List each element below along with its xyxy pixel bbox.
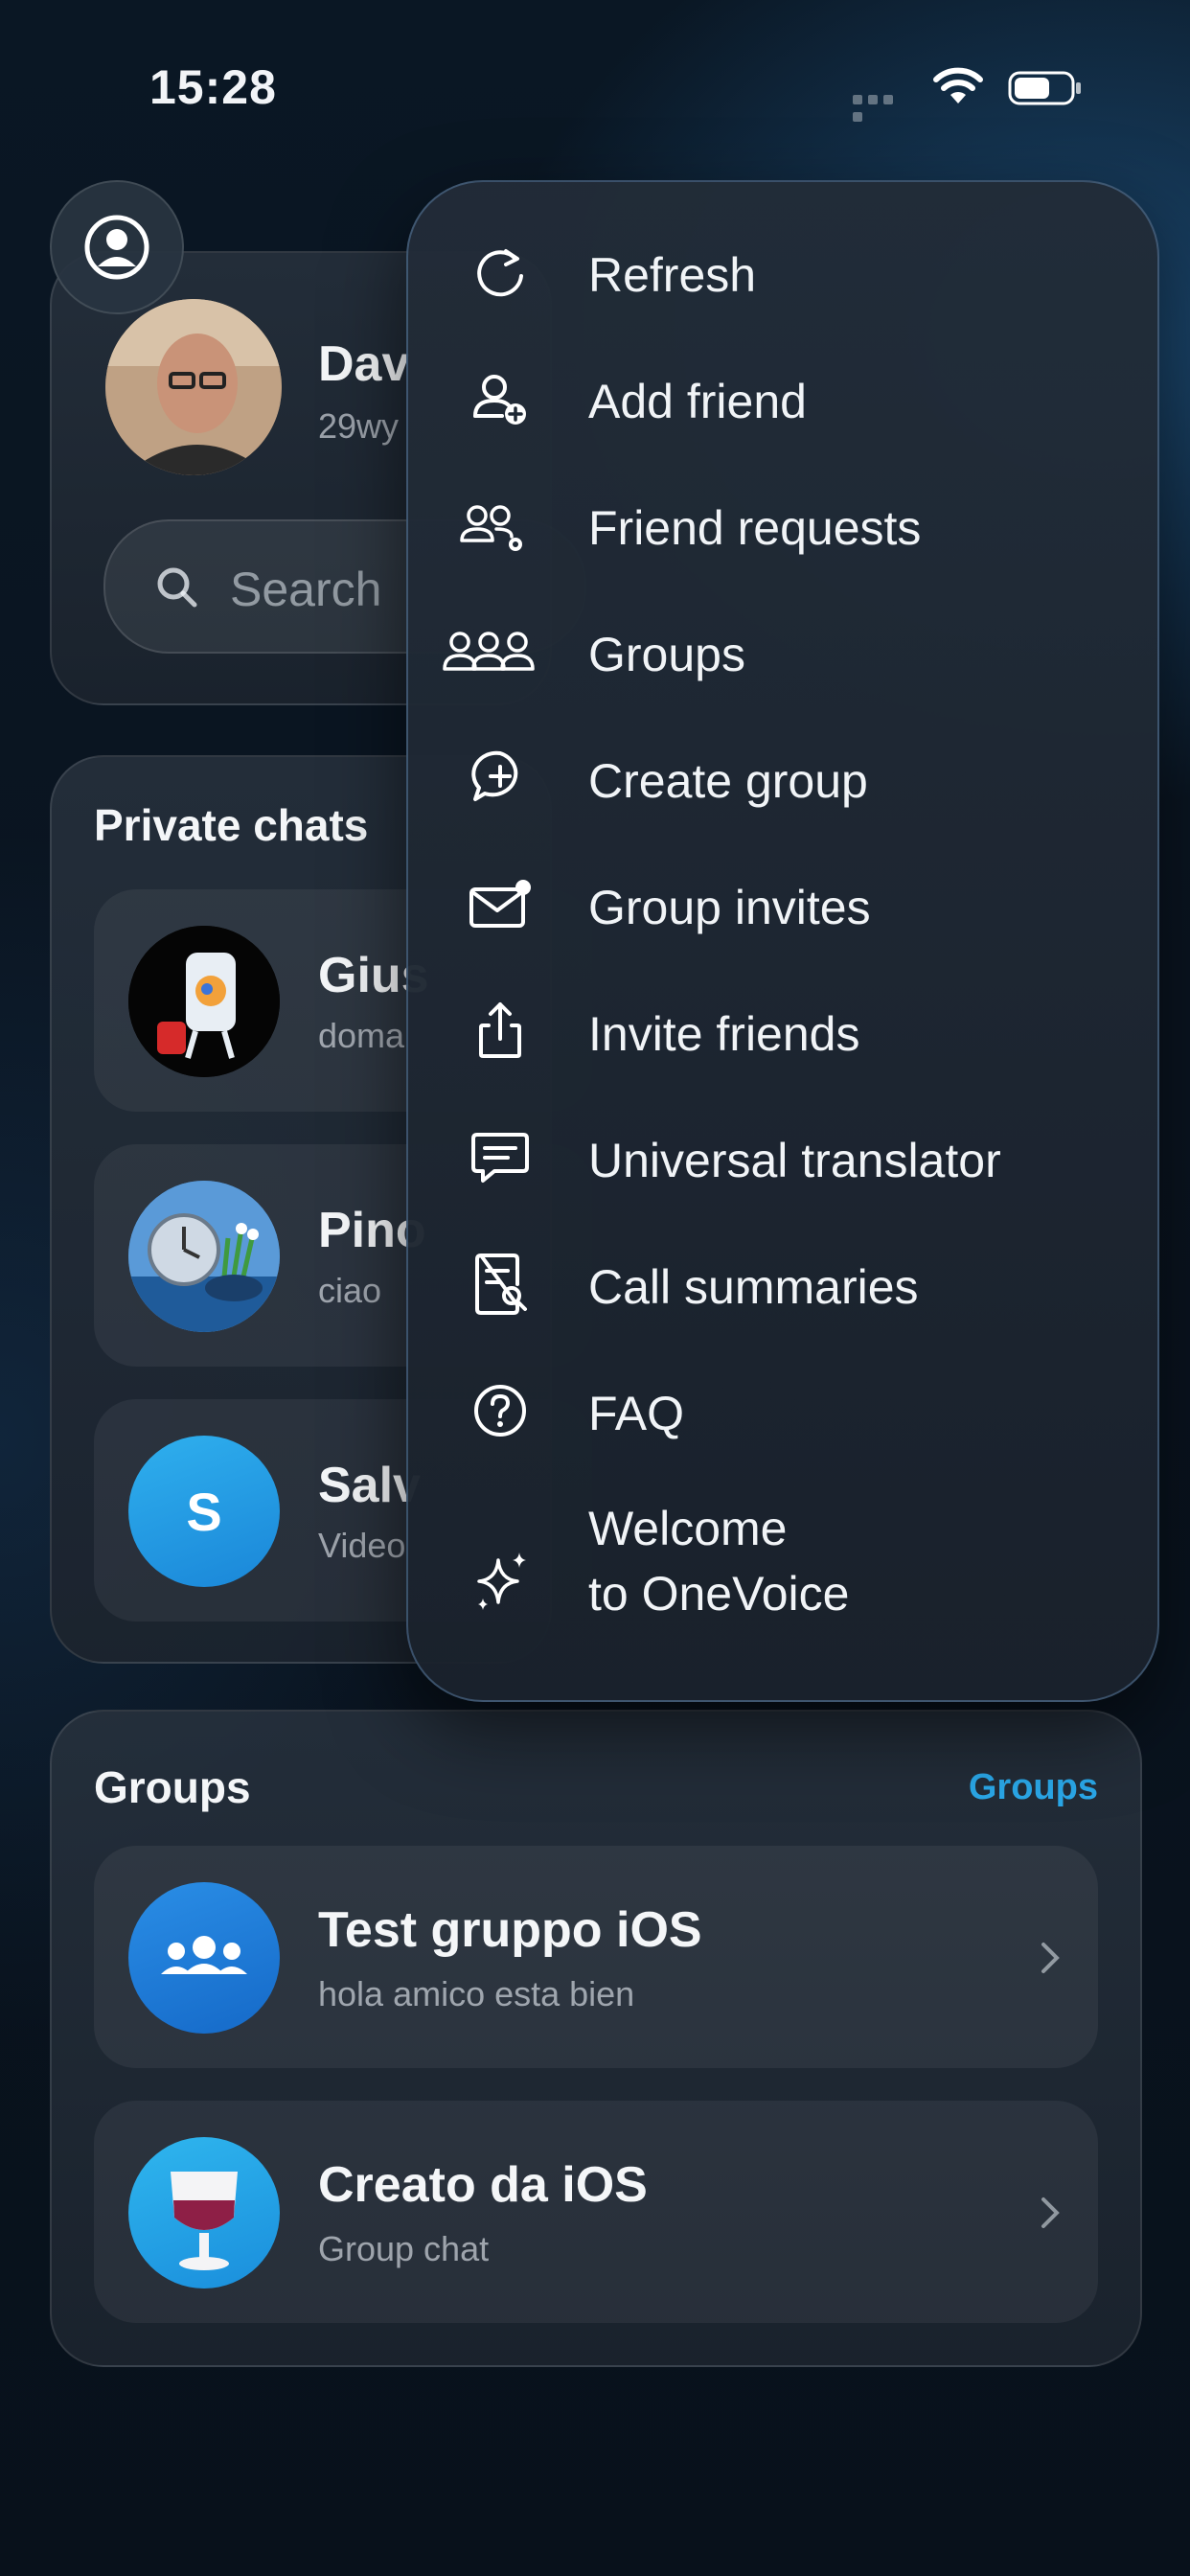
menu-item-label: Groups [588,628,745,681]
cartoon-avatar-image [128,926,280,1077]
groups-link[interactable]: Groups [969,1767,1098,1808]
chat-avatar: S [128,1436,280,1587]
group-avatar [128,1882,280,2034]
menu-item-label: FAQ [588,1387,685,1440]
groups-icon [443,632,535,671]
group-name: Test gruppo iOS [318,1902,702,1958]
group-name: Creato da iOS [318,2157,648,2213]
menu-item-label: Create group [588,754,868,808]
overflow-menu: Refresh Add friend Friend requests Group… [406,180,1159,1702]
battery-icon [1008,71,1081,105]
chat-preview: doma [318,1016,405,1055]
translator-icon [471,1133,529,1183]
wine-glass-icon [171,2172,238,2270]
menu-item-label-line2: to OneVoice [588,1567,850,1621]
menu-item-label: Refresh [588,248,757,302]
menu-item-friend-requests[interactable]: Friend requests [408,468,1157,583]
profile-photo [105,299,282,475]
menu-item-invite-friends[interactable]: Invite friends [408,974,1157,1089]
call-summaries-icon [475,1253,527,1315]
menu-item-welcome[interactable]: Welcome to OneVoice [408,1501,1157,1664]
groups-card: Groups Groups Test gruppo iOS hola amico… [50,1710,1142,2367]
menu-item-refresh[interactable]: Refresh [408,215,1157,330]
groups-title: Groups [94,1762,251,1812]
account-button[interactable] [50,180,184,314]
menu-item-label: Add friend [588,375,807,428]
profile-id: 29wy [318,406,400,446]
search-icon [157,567,197,608]
group-row[interactable]: Test gruppo iOS hola amico esta bien [94,1846,1098,2068]
chat-preview: ciao [318,1271,382,1310]
chat-avatar [128,1181,280,1332]
menu-item-label: Group invites [588,881,871,934]
menu-item-groups[interactable]: Groups [408,594,1157,709]
create-group-icon [471,750,518,801]
menu-item-label: Friend requests [588,501,922,555]
menu-item-call-summaries[interactable]: Call summaries [408,1227,1157,1342]
chevron-right-icon [1041,2197,1060,2228]
share-icon [479,1002,521,1058]
group-people-icon [161,1936,247,1974]
group-avatar [128,2137,280,2288]
chat-avatar [128,926,280,1077]
person-circle-icon [84,215,149,280]
menu-item-label: Call summaries [588,1260,919,1314]
refresh-icon [477,249,523,297]
chat-preview: Video [318,1526,406,1565]
menu-item-universal-translator[interactable]: Universal translator [408,1100,1157,1215]
avatar-initial: S [186,1481,222,1542]
faq-icon [474,1385,526,1437]
menu-item-label: Universal translator [588,1134,1001,1187]
menu-item-add-friend[interactable]: Add friend [408,341,1157,456]
group-preview: hola amico esta bien [318,1974,635,2013]
group-preview: Group chat [318,2229,490,2268]
add-friend-icon [473,375,526,425]
group-row[interactable]: Creato da iOS Group chat [94,2101,1098,2323]
menu-item-faq[interactable]: FAQ [408,1353,1157,1468]
group-invites-icon [469,880,531,928]
private-chats-title: Private chats [94,800,369,850]
sparkles-icon [477,1552,526,1610]
profile-avatar[interactable] [105,299,282,475]
menu-item-group-invites[interactable]: Group invites [408,847,1157,962]
menu-item-label: Invite friends [588,1007,860,1061]
friend-requests-icon [460,505,522,551]
menu-item-create-group[interactable]: Create group [408,721,1157,836]
cellular-signal-icon [853,92,912,122]
search-placeholder: Search [230,563,382,616]
profile-name: Dav [318,336,410,392]
clock-picture-image [128,1181,280,1332]
chevron-right-icon [1041,1943,1060,1973]
status-time: 15:28 [149,60,277,114]
wifi-icon [933,67,983,104]
menu-item-label-line1: Welcome [588,1502,788,1555]
chat-name: Salv [318,1458,421,1513]
